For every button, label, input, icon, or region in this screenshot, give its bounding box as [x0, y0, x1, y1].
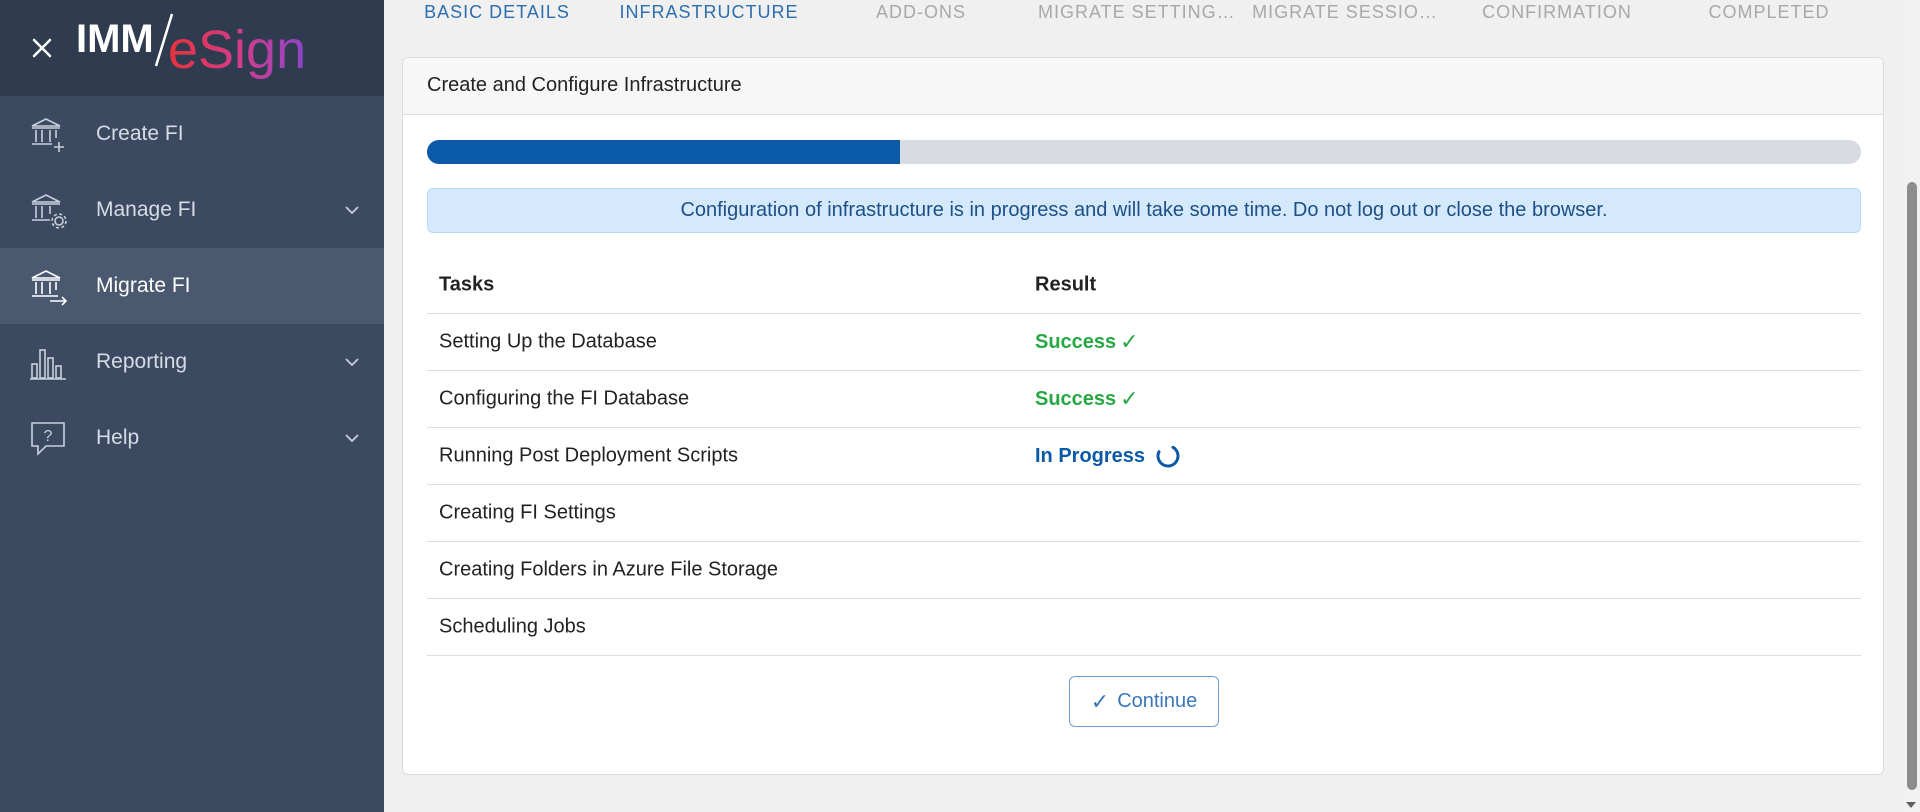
sidebar: IMM eSign Create FI Manage FI Migrate FI…	[0, 0, 384, 812]
table-row: Running Post Deployment Scripts In Progr…	[427, 428, 1861, 485]
task-name: Creating Folders in Azure File Storage	[439, 558, 779, 581]
sidebar-item-label: Help	[96, 426, 140, 449]
panel-title: Create and Configure Infrastructure	[403, 58, 1883, 115]
sidebar-header: IMM eSign	[0, 0, 384, 96]
step-migrate-sessions: MIGRATE SESSIO…	[1252, 2, 1438, 22]
table-row: Setting Up the Database Success ✓	[427, 314, 1861, 371]
progress-bar-fill	[427, 140, 901, 164]
sidebar-item-manage-fi[interactable]: Manage FI	[0, 172, 384, 248]
sidebar-item-reporting[interactable]: Reporting	[0, 324, 384, 400]
sidebar-item-create-fi[interactable]: Create FI	[0, 96, 384, 172]
step-basic-details[interactable]: BASIC DETAILS	[402, 2, 592, 23]
info-alert: Configuration of infrastructure is in pr…	[427, 188, 1861, 233]
bank-plus-icon	[31, 118, 64, 152]
bar-chart-icon	[30, 349, 66, 380]
task-name: Configuring the FI Database	[439, 387, 690, 410]
progress-bar	[427, 140, 1861, 164]
column-header-result: Result	[1035, 273, 1097, 295]
sidebar-item-label: Migrate FI	[96, 274, 191, 297]
table-header-row: Tasks Result	[427, 256, 1861, 314]
step-infrastructure[interactable]: INFRASTRUCTURE	[614, 2, 804, 23]
scroll-down-arrow-icon[interactable]	[1906, 802, 1916, 808]
task-name: Creating FI Settings	[439, 501, 616, 524]
result-text: Success	[1035, 330, 1117, 353]
table-row: Creating Folders in Azure File Storage	[427, 542, 1861, 599]
close-icon[interactable]	[26, 32, 58, 64]
table-row: Creating FI Settings	[427, 485, 1861, 542]
table-row: Scheduling Jobs	[427, 599, 1861, 656]
chevron-down-icon[interactable]	[342, 352, 362, 372]
check-icon: ✓	[1090, 688, 1110, 714]
svg-text:IMM: IMM	[76, 17, 154, 61]
bank-arrow-icon	[31, 270, 68, 306]
sidebar-item-label: Manage FI	[96, 198, 197, 221]
column-header-tasks: Tasks	[439, 273, 495, 295]
svg-text:eSign: eSign	[168, 20, 306, 80]
scrollbar-thumb[interactable]	[1907, 182, 1917, 790]
check-icon: ✓	[1120, 386, 1139, 411]
step-migrate-settings: MIGRATE SETTING…	[1038, 2, 1236, 22]
step-confirmation: CONFIRMATION	[1482, 2, 1632, 22]
continue-button[interactable]: ✓ Continue	[1069, 676, 1219, 727]
result-text: In Progress	[1035, 444, 1146, 467]
status-badge: Success ✓	[1035, 386, 1139, 412]
result-text: Success	[1035, 387, 1117, 410]
step-completed: COMPLETED	[1708, 2, 1830, 22]
sidebar-item-label: Create FI	[96, 122, 184, 145]
imm-esign-logo: IMM eSign	[76, 13, 306, 80]
table-row: Configuring the FI Database Success ✓	[427, 371, 1861, 428]
page-scrollbar[interactable]	[1903, 0, 1920, 812]
sidebar-item-help[interactable]: ? Help	[0, 400, 384, 476]
svg-text:?: ?	[44, 428, 53, 445]
task-name: Running Post Deployment Scripts	[439, 444, 739, 467]
task-name: Setting Up the Database	[439, 330, 657, 353]
status-badge: Success ✓	[1035, 329, 1139, 355]
bank-gear-icon	[31, 194, 67, 229]
step-add-ons: ADD-ONS	[875, 2, 966, 22]
status-badge: In Progress	[1035, 443, 1181, 469]
infrastructure-panel: Create and Configure Infrastructure Conf…	[402, 57, 1884, 775]
task-name: Scheduling Jobs	[439, 615, 586, 638]
wizard-stepper: BASIC DETAILS INFRASTRUCTURE ADD-ONS MIG…	[402, 0, 1882, 30]
task-table: Tasks Result Setting Up the Database Suc…	[427, 256, 1861, 656]
chevron-down-icon[interactable]	[342, 200, 362, 220]
check-icon: ✓	[1120, 329, 1139, 354]
continue-button-label: Continue	[1117, 690, 1198, 712]
help-chat-icon: ?	[31, 422, 65, 456]
chevron-down-icon[interactable]	[342, 428, 362, 448]
sidebar-item-label: Reporting	[96, 350, 188, 373]
sidebar-item-migrate-fi[interactable]: Migrate FI	[0, 248, 384, 324]
spinner-icon	[1156, 444, 1180, 468]
